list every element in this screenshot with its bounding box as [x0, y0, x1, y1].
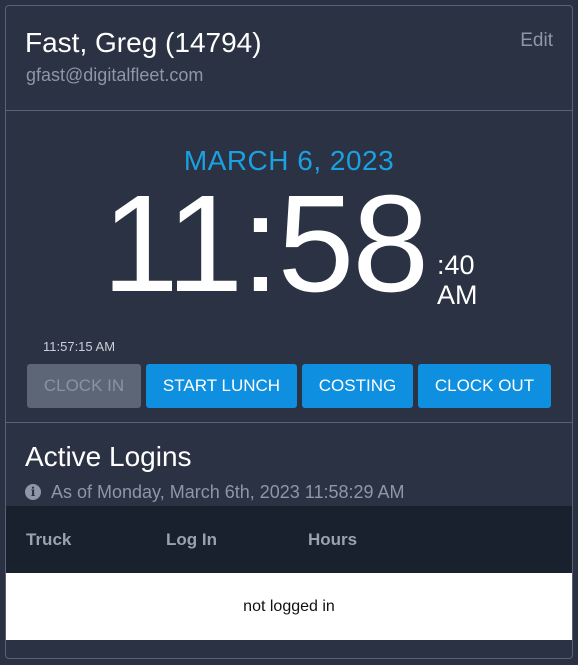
column-header-log-in[interactable]: Log In [166, 530, 217, 550]
as-of-text: As of Monday, March 6th, 2023 11:58:29 A… [51, 481, 405, 502]
current-time: 11:58 [102, 167, 429, 321]
active-logins-title: Active Logins [25, 441, 192, 472]
logins-table-body: not logged in [6, 573, 572, 640]
edit-link[interactable]: Edit [520, 31, 553, 51]
user-header: Fast, Greg (14794) gfast@digitalfleet.co… [6, 6, 572, 111]
info-icon: i [25, 484, 41, 500]
column-header-hours[interactable]: Hours [308, 530, 357, 550]
last-punch-time: 11:57:15 AM [43, 339, 116, 354]
clock-section: MARCH 6, 2023 11:58 :40 AM 11:57:15 AM C… [6, 111, 572, 423]
time-seconds: :40 [437, 250, 475, 280]
empty-table-message: not logged in [243, 598, 335, 615]
logins-table-header: Truck Log In Hours [6, 506, 572, 573]
column-header-truck[interactable]: Truck [26, 530, 71, 550]
time-ampm: AM [437, 280, 478, 310]
clock-in-button[interactable]: CLOCK IN [27, 364, 141, 408]
clock-out-button[interactable]: CLOCK OUT [418, 364, 551, 408]
start-lunch-button[interactable]: START LUNCH [146, 364, 297, 408]
user-email: gfast@digitalfleet.com [26, 65, 204, 85]
user-name: Fast, Greg (14794) [25, 27, 262, 58]
as-of-row: i As of Monday, March 6th, 2023 11:58:29… [25, 481, 405, 503]
timeclock-panel: Fast, Greg (14794) gfast@digitalfleet.co… [5, 5, 573, 659]
costing-button[interactable]: COSTING [302, 364, 413, 408]
active-logins-section: Active Logins i As of Monday, March 6th,… [6, 423, 572, 658]
